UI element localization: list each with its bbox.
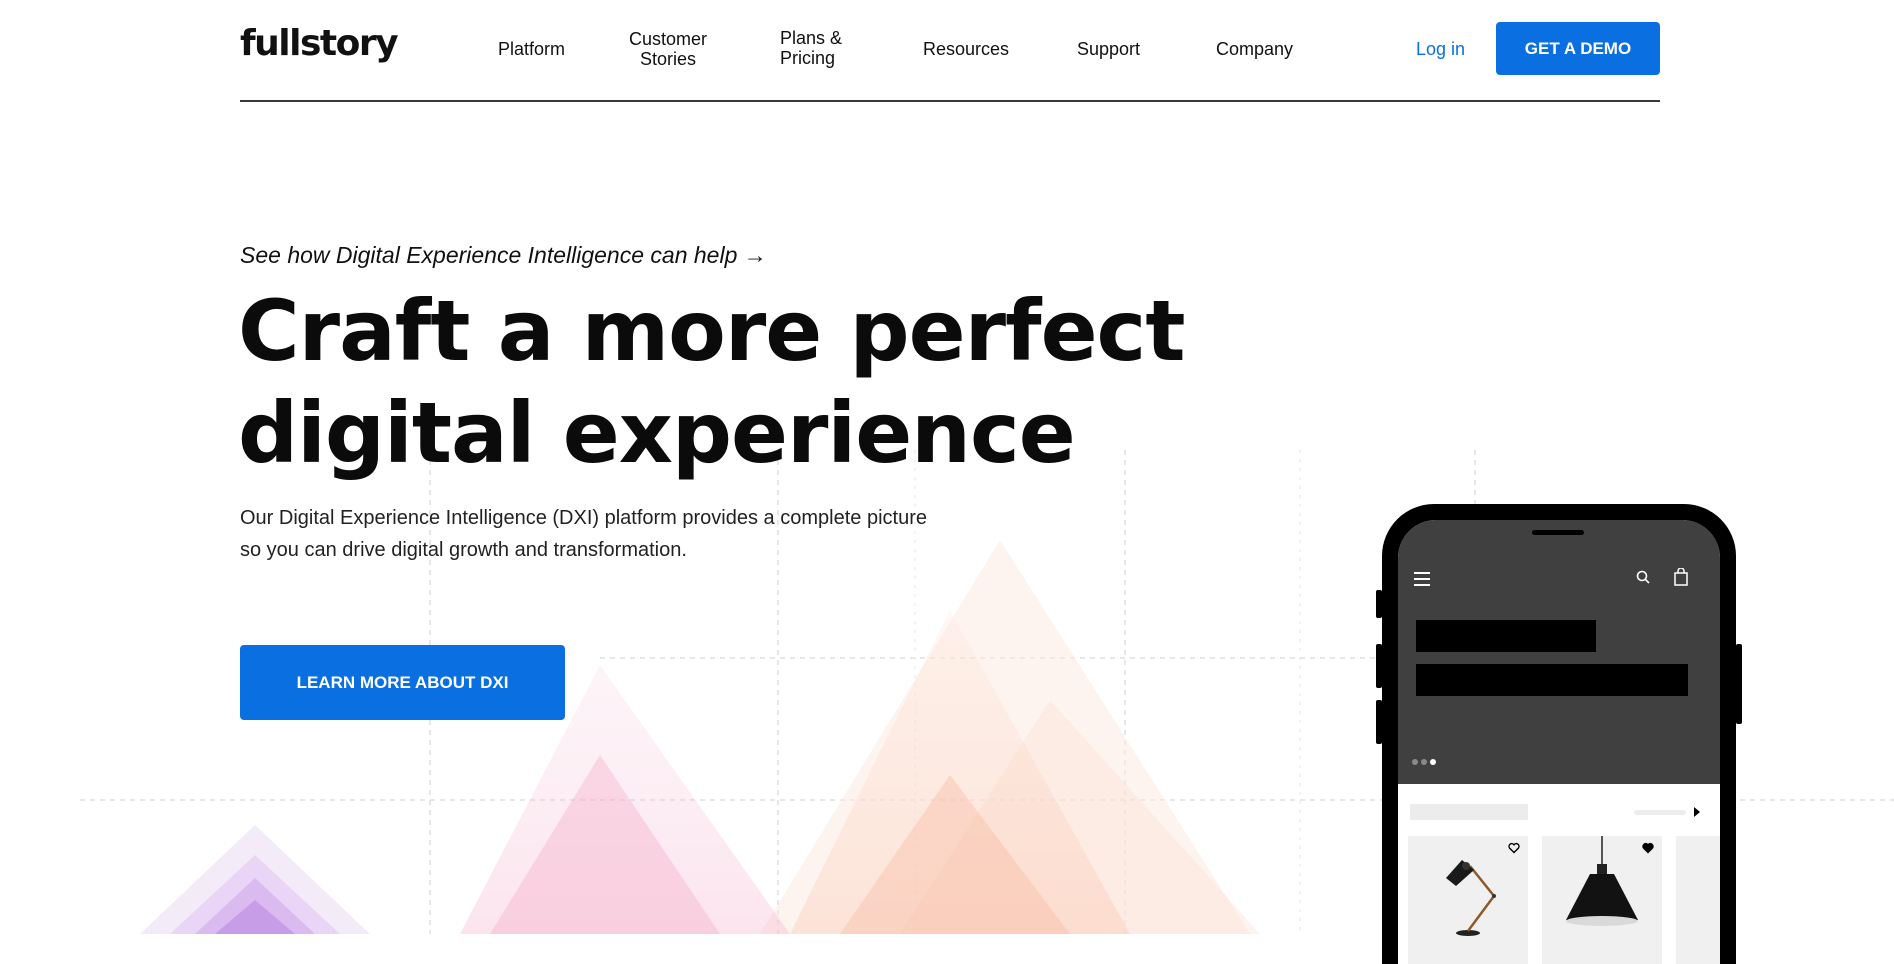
phone-side-button: [1736, 644, 1742, 724]
fullstory-logo[interactable]: fullstory: [240, 20, 399, 68]
nav-item-company[interactable]: Company: [1216, 39, 1293, 59]
phone-side-button: [1376, 700, 1382, 744]
product-card-partial: [1676, 836, 1720, 964]
dxi-help-link[interactable]: See how Digital Experience Intelligence …: [240, 242, 767, 269]
description-line-2: so you can drive digital growth and tran…: [240, 539, 687, 561]
product-card-pendant-lamp: [1542, 836, 1662, 964]
login-link[interactable]: Log in: [1416, 39, 1465, 60]
view-all-placeholder: [1634, 810, 1686, 815]
nav-item-platform[interactable]: Platform: [498, 39, 565, 59]
carousel-dots: [1412, 752, 1439, 770]
learn-more-dxi-button[interactable]: LEARN MORE ABOUT DXI: [240, 645, 565, 720]
hero-headline: Craft a more perfect digital experience: [238, 280, 1238, 484]
arrow-right-icon: [1694, 807, 1700, 817]
get-a-demo-button[interactable]: GET A DEMO: [1496, 22, 1660, 75]
section-heading-placeholder: [1410, 804, 1528, 820]
nav-item-support[interactable]: Support: [1077, 39, 1140, 59]
phone-speaker-notch: [1532, 530, 1584, 535]
carousel-dot: [1421, 759, 1427, 765]
phone-screen: [1398, 520, 1720, 964]
hamburger-menu-icon: [1414, 572, 1430, 586]
phone-hero-banner: [1398, 520, 1720, 784]
carousel-dot-active: [1430, 759, 1436, 765]
redacted-subtitle-bar: [1416, 664, 1688, 696]
site-header: fullstory Platform Customer Stories Plan…: [240, 0, 1660, 102]
desk-lamp-image: [1446, 860, 1496, 936]
description-line-1: Our Digital Experience Intelligence (DXI…: [240, 507, 927, 529]
search-icon: [1636, 570, 1650, 584]
nav-item-plans-pricing[interactable]: Plans & Pricing: [780, 28, 860, 68]
phone-mockup: [1376, 504, 1742, 964]
hero-description: Our Digital Experience Intelligence (DXI…: [240, 502, 1000, 566]
header-divider: [240, 100, 1660, 102]
redacted-title-bar: [1416, 620, 1596, 652]
headline-line-1: Craft a more perfect: [238, 282, 1186, 380]
nav-item-customer-stories[interactable]: Customer Stories: [618, 29, 718, 69]
product-card-desk-lamp: [1408, 836, 1528, 964]
phone-side-button: [1376, 590, 1382, 618]
headline-line-2: digital experience: [238, 384, 1076, 482]
nav-item-resources[interactable]: Resources: [923, 39, 1009, 59]
pendant-lamp-image: [1566, 836, 1638, 926]
shopping-bag-icon: [1674, 568, 1688, 586]
phone-side-button: [1376, 644, 1382, 688]
carousel-dot: [1412, 759, 1418, 765]
